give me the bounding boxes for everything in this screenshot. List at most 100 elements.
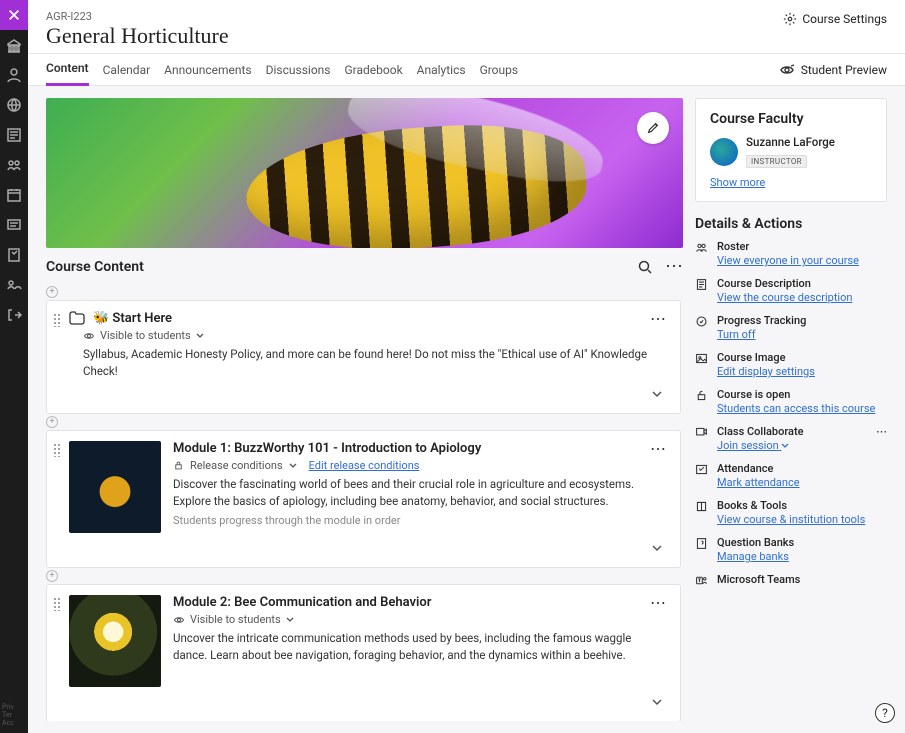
faculty-avatar[interactable] [710,138,738,166]
progress-link[interactable]: Turn off [717,328,806,341]
drag-handle[interactable] [53,443,61,457]
drag-handle[interactable] [53,597,61,611]
books-link[interactable]: View course & institution tools [717,513,865,526]
edit-release-conditions-link[interactable]: Edit release conditions [309,459,420,472]
description-link[interactable]: View the course description [717,291,852,304]
institution-icon[interactable] [0,30,28,60]
lock-icon [173,460,184,471]
faculty-name: Suzanne LaForge [746,135,835,149]
visibility-toggle[interactable]: Visible to students [83,329,666,342]
expand-toggle[interactable] [648,693,666,711]
item-title[interactable]: Module 2: Bee Communication and Behavior [173,595,431,610]
show-more-faculty-link[interactable]: Show more [710,176,872,189]
item-title[interactable]: 🐝 Start Here [93,311,172,326]
expand-toggle[interactable] [648,385,666,403]
da-attendance: AttendanceMark attendance [695,462,887,489]
da-description: Course DescriptionView the course descri… [695,277,887,304]
image-link[interactable]: Edit display settings [717,365,815,378]
profile-icon[interactable] [0,60,28,90]
collaborate-icon [695,425,709,439]
stream-icon[interactable] [0,120,28,150]
add-item-button[interactable]: + [46,286,58,298]
tab-groups[interactable]: Groups [480,55,519,85]
da-open: Course is openStudents can access this c… [695,388,887,415]
add-item-button[interactable]: + [46,570,58,582]
rail-footer: Priv Ter Acc [0,703,28,733]
tab-analytics[interactable]: Analytics [417,55,466,85]
content-more-menu[interactable]: ⋯ [665,258,683,276]
books-icon [695,499,709,513]
roster-link[interactable]: View everyone in your course [717,254,859,267]
chevron-down-icon [196,332,204,340]
tools-icon[interactable] [0,270,28,300]
content-module-1: Module 1: BuzzWorthy 101 - Introduction … [46,430,681,568]
expand-toggle[interactable] [648,539,666,557]
image-icon [695,351,709,365]
release-conditions-toggle[interactable]: Release conditions Edit release conditio… [173,459,666,472]
collaborate-link[interactable]: Join session [717,439,804,452]
open-link[interactable]: Students can access this course [717,402,875,415]
help-button[interactable]: ? [875,703,895,723]
qbank-link[interactable]: Manage banks [717,550,794,563]
roster-icon [695,240,709,254]
course-header: AGR-I223 General Horticulture Course Set… [28,0,905,54]
progress-icon [695,314,709,328]
item-more-menu[interactable]: ⋯ [650,311,666,327]
da-collaborate: Class CollaborateJoin session ⋯ [695,425,887,452]
pencil-icon [646,121,660,135]
item-description: Discover the fascinating world of bees a… [173,476,666,509]
tab-gradebook[interactable]: Gradebook [344,55,402,85]
messages-icon[interactable] [0,210,28,240]
groups-icon[interactable] [0,150,28,180]
da-roster: RosterView everyone in your course [695,240,887,267]
item-description: Syllabus, Academic Honesty Policy, and m… [83,346,666,379]
da-progress: Progress TrackingTurn off [695,314,887,341]
visibility-toggle[interactable]: Visible to students [173,613,666,626]
course-content-heading: Course Content [46,259,144,275]
student-preview-button[interactable]: Student Preview [779,62,887,78]
faculty-role-badge: INSTRUCTOR [746,155,807,168]
course-banner [46,98,683,248]
content-folder-start-here: 🐝 Start Here ⋯ Visible to students Sylla… [46,300,681,414]
faculty-heading: Course Faculty [710,111,872,127]
da-teams: Microsoft Teams [695,573,887,587]
unlock-icon [695,388,709,402]
tab-content[interactable]: Content [46,53,89,86]
signout-icon[interactable] [0,300,28,330]
globe-icon[interactable] [0,90,28,120]
grades-icon[interactable] [0,240,28,270]
gear-icon [783,12,797,26]
attendance-link[interactable]: Mark attendance [717,476,800,489]
folder-icon [69,311,85,325]
eye-icon [173,614,185,626]
attendance-icon [695,462,709,476]
item-title[interactable]: Module 1: BuzzWorthy 101 - Introduction … [173,441,481,456]
collaborate-more-menu[interactable]: ⋯ [876,425,887,438]
details-actions-panel: Details & Actions RosterView everyone in… [695,216,887,587]
student-preview-label: Student Preview [801,63,887,77]
tab-discussions[interactable]: Discussions [266,55,331,85]
details-heading: Details & Actions [695,216,887,232]
item-more-menu[interactable]: ⋯ [650,595,666,611]
eye-icon [83,330,95,342]
chevron-down-icon [781,442,789,450]
da-books: Books & ToolsView course & institution t… [695,499,887,526]
course-settings-label: Course Settings [802,12,887,26]
preview-icon [779,62,795,78]
add-item-button[interactable]: + [46,416,58,428]
close-panel-button[interactable] [0,0,28,30]
calendar-icon[interactable] [0,180,28,210]
course-faculty-panel: Course Faculty Suzanne LaForge INSTRUCTO… [695,98,887,202]
course-settings-button[interactable]: Course Settings [783,12,887,26]
teams-icon [695,573,709,587]
tab-announcements[interactable]: Announcements [164,55,251,85]
edit-banner-button[interactable] [637,112,669,144]
search-icon[interactable] [637,259,653,275]
content-module-2: Module 2: Bee Communication and Behavior… [46,584,681,721]
item-more-menu[interactable]: ⋯ [650,441,666,457]
tab-calendar[interactable]: Calendar [103,55,151,85]
question-bank-icon [695,536,709,550]
item-subtext: Students progress through the module in … [173,514,666,527]
drag-handle[interactable] [53,313,61,327]
chevron-down-icon [286,616,294,624]
